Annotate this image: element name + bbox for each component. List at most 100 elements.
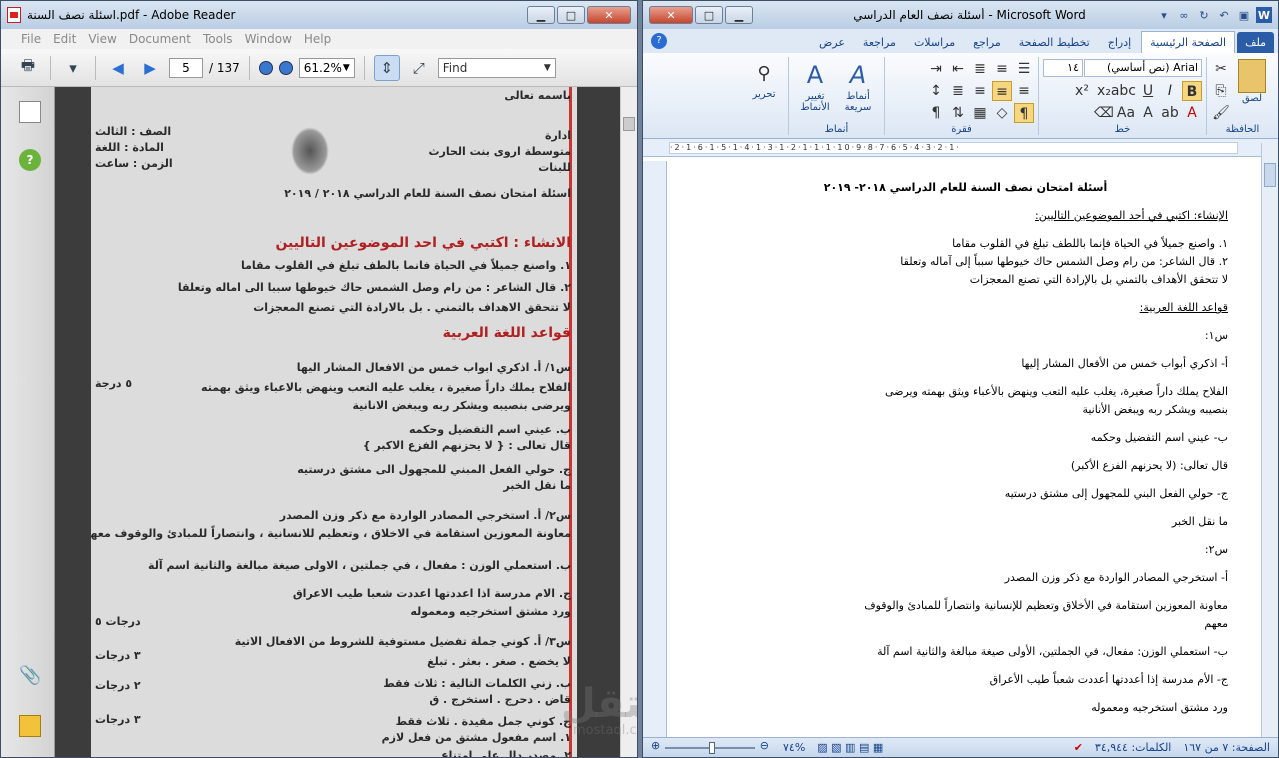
change-styles-button[interactable]: A تغيير الأنماط bbox=[793, 59, 837, 113]
cut-icon[interactable]: ✂ bbox=[1211, 59, 1231, 79]
scan-margin-note: ٢ درجات bbox=[95, 679, 141, 692]
zoom-in-icon[interactable] bbox=[278, 60, 293, 75]
superscript-icon[interactable]: x² bbox=[1072, 81, 1092, 101]
tab-home[interactable]: الصفحة الرئيسية bbox=[1141, 31, 1236, 53]
page-count[interactable]: الصفحة: ٧ من ١٦٧ bbox=[1183, 741, 1270, 754]
customize-icon[interactable]: ▾ bbox=[1156, 7, 1172, 23]
text-effects-icon[interactable]: A bbox=[1138, 103, 1158, 123]
menu-document[interactable]: Document bbox=[123, 32, 197, 46]
scroll-thumb[interactable] bbox=[1264, 163, 1276, 187]
loop-icon[interactable]: ∞ bbox=[1176, 7, 1192, 23]
word-document-area[interactable]: أسئلة امتحان نصف السنة للعام الدراسي ٢٠١… bbox=[643, 161, 1278, 737]
maximize-button[interactable]: □ bbox=[695, 6, 723, 24]
bold-icon[interactable]: B bbox=[1182, 81, 1202, 101]
chevron-down-icon[interactable]: ▼ bbox=[343, 63, 350, 73]
help-icon[interactable]: ? bbox=[19, 149, 41, 171]
highlight-icon[interactable]: ab bbox=[1160, 103, 1180, 123]
font-size-combo[interactable]: ١٤ bbox=[1043, 59, 1083, 77]
align-center-icon[interactable]: ≡ bbox=[992, 81, 1012, 101]
format-painter-icon[interactable]: 🖌 bbox=[1211, 103, 1231, 123]
sort-icon[interactable]: ⇅ bbox=[948, 103, 968, 123]
underline-icon[interactable]: U bbox=[1138, 81, 1158, 101]
print-icon[interactable]: 🖶 bbox=[15, 55, 41, 81]
horizontal-ruler[interactable]: ·2·1·6·1·5·1·4·1·3·1·2·1·1·1·10·9·8·7·6·… bbox=[643, 139, 1278, 157]
menu-window[interactable]: Window bbox=[239, 32, 298, 46]
zoom-in-icon[interactable]: ⊕ bbox=[651, 739, 660, 752]
help-icon[interactable]: ? bbox=[651, 33, 667, 49]
tab-file[interactable]: ملف bbox=[1237, 32, 1274, 53]
zoom-level[interactable]: %٧٤ bbox=[783, 741, 805, 754]
document-line: س١: bbox=[1204, 329, 1228, 342]
multilevel-list-icon[interactable]: ≣ bbox=[970, 59, 990, 79]
show-marks-icon[interactable]: ¶ bbox=[926, 103, 946, 123]
tab-insert[interactable]: إدراج bbox=[1100, 32, 1139, 53]
word-vertical-scrollbar[interactable] bbox=[1261, 143, 1278, 737]
tab-review[interactable]: مراجعة bbox=[855, 32, 904, 53]
align-left-icon[interactable]: ≡ bbox=[970, 81, 990, 101]
borders-icon[interactable]: ▦ bbox=[970, 103, 990, 123]
comments-icon[interactable] bbox=[19, 715, 41, 737]
attachment-icon[interactable]: 📎 bbox=[19, 665, 41, 687]
clipboard-group: لصق ✂ ⎘ 🖌 الحافظة bbox=[1206, 57, 1278, 135]
minimize-button[interactable]: ▁ bbox=[527, 6, 555, 24]
reader-scrollbar[interactable] bbox=[620, 87, 637, 757]
menu-view[interactable]: View bbox=[82, 32, 122, 46]
pages-icon[interactable] bbox=[19, 101, 41, 123]
tab-references[interactable]: مراجع bbox=[965, 32, 1009, 53]
zoom-slider[interactable]: ⊖ ⊕ bbox=[651, 739, 771, 757]
maximize-button[interactable]: □ bbox=[557, 6, 585, 24]
justify-icon[interactable]: ≣ bbox=[948, 81, 968, 101]
tab-view[interactable]: عرض bbox=[811, 32, 853, 53]
prev-page-icon[interactable]: ◀ bbox=[105, 55, 131, 81]
word-count[interactable]: الكلمات: ٣٤,٩٤٤ bbox=[1095, 741, 1171, 754]
menu-tools[interactable]: Tools bbox=[197, 32, 239, 46]
shading-icon[interactable]: ◇ bbox=[992, 103, 1012, 123]
page-number-input[interactable]: 5 bbox=[169, 57, 203, 78]
redo-icon[interactable]: ↻ bbox=[1196, 7, 1212, 23]
increase-indent-icon[interactable]: ⇥ bbox=[926, 59, 946, 79]
menu-help[interactable]: Help bbox=[298, 32, 337, 46]
find-input[interactable]: Find ▼ bbox=[437, 57, 556, 78]
subscript-icon[interactable]: x₂ bbox=[1094, 81, 1114, 101]
clear-format-icon[interactable]: ⌫ bbox=[1094, 103, 1114, 123]
copy-icon[interactable]: ⎘ bbox=[1211, 81, 1231, 101]
quick-styles-button[interactable]: A أنماط سريعة bbox=[836, 59, 880, 113]
scan-line: للبنات bbox=[538, 161, 571, 174]
scan-margin-note: ٣ درجات bbox=[95, 649, 141, 662]
zoom-input[interactable]: 61.2% ▼ bbox=[298, 57, 355, 78]
zoom-out-icon[interactable] bbox=[258, 60, 273, 75]
close-button[interactable]: ✕ bbox=[587, 6, 631, 24]
menu-edit[interactable]: Edit bbox=[47, 32, 82, 46]
next-page-icon[interactable]: ▶ bbox=[137, 55, 163, 81]
chevron-down-icon[interactable]: ▼ bbox=[544, 63, 551, 73]
fit-page-icon[interactable]: ⇕ bbox=[373, 54, 400, 81]
share-icon[interactable]: ▾ bbox=[60, 55, 86, 81]
align-right-icon[interactable]: ≡ bbox=[1014, 81, 1034, 101]
proofing-icon[interactable]: ✔ bbox=[1074, 741, 1083, 754]
line-spacing-icon[interactable]: ↕ bbox=[926, 81, 946, 101]
rtl-paragraph-icon[interactable]: ¶ bbox=[1014, 103, 1034, 123]
tab-mailings[interactable]: مراسلات bbox=[906, 32, 963, 53]
minimize-button[interactable]: ▁ bbox=[725, 6, 753, 24]
bullets-icon[interactable]: ☰ bbox=[1014, 59, 1034, 79]
zoom-out-icon[interactable]: ⊖ bbox=[760, 739, 769, 752]
fit-width-icon[interactable]: ⤢ bbox=[406, 55, 432, 81]
change-case-icon[interactable]: Aa bbox=[1116, 103, 1136, 123]
font-name-combo[interactable]: Arial (نص أساسي) bbox=[1084, 59, 1202, 77]
strikethrough-icon[interactable]: abc bbox=[1111, 81, 1136, 101]
undo-icon[interactable]: ↶ bbox=[1216, 7, 1232, 23]
numbering-icon[interactable]: ≡ bbox=[992, 59, 1012, 79]
editing-button[interactable]: ⚲ تحرير bbox=[744, 59, 784, 100]
paste-button[interactable]: لصق bbox=[1234, 59, 1270, 104]
tab-page-layout[interactable]: تخطيط الصفحة bbox=[1011, 32, 1098, 53]
close-button[interactable]: ✕ bbox=[649, 6, 693, 24]
document-line: ج- حولي الفعل البني للمجهول إلى مشتق درس… bbox=[1004, 487, 1228, 500]
menu-file[interactable]: File bbox=[15, 32, 47, 46]
save-icon[interactable]: ▣ bbox=[1236, 7, 1252, 23]
font-color-icon[interactable]: A bbox=[1182, 103, 1202, 123]
scroll-thumb[interactable] bbox=[623, 117, 635, 131]
decrease-indent-icon[interactable]: ⇤ bbox=[948, 59, 968, 79]
zoom-knob[interactable] bbox=[709, 741, 715, 754]
italic-icon[interactable]: I bbox=[1160, 81, 1180, 101]
view-buttons: ▦ ▤ ▥ ▧ ▨ bbox=[817, 741, 884, 754]
